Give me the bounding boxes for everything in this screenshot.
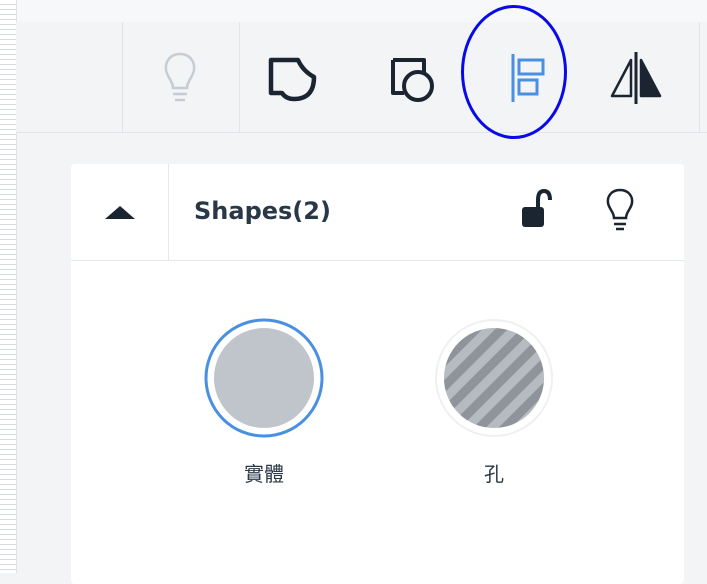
top-strip (0, 0, 707, 23)
align-left-button[interactable] (502, 48, 562, 108)
mirror-icon (610, 52, 662, 104)
lightbulb-icon (164, 52, 196, 102)
shape-label-solid: 實體 (244, 462, 284, 486)
align-left-icon (511, 54, 545, 102)
lightbulb-button[interactable] (150, 48, 210, 108)
toolbar-divider (239, 22, 240, 132)
visibility-bulb-button[interactable] (601, 186, 639, 234)
panel-header: Shapes(2) (71, 164, 684, 261)
left-rail (0, 0, 17, 573)
shape-option-hole[interactable]: 孔 (429, 316, 559, 487)
hole-shape-icon (435, 319, 553, 437)
triangle-up-icon (104, 206, 135, 219)
lock-button[interactable] (519, 188, 553, 232)
unlock-icon (522, 188, 552, 227)
lightbulb-icon (606, 188, 634, 231)
shape-union-icon (268, 57, 317, 102)
toolbar-divider (699, 22, 700, 132)
toolbar (16, 22, 707, 133)
panel-title: Shapes(2) (194, 197, 331, 225)
shape-union-button[interactable] (260, 48, 320, 108)
shape-option-solid[interactable]: 實體 (199, 316, 329, 487)
solid-shape-icon (204, 318, 324, 438)
shapes-panel: Shapes(2) 實體 孔 (71, 164, 684, 584)
shape-subtract-icon (391, 58, 434, 102)
shape-label-hole: 孔 (484, 462, 504, 486)
collapse-toggle[interactable] (71, 164, 169, 260)
mirror-button[interactable] (604, 48, 664, 108)
toolbar-divider (122, 22, 123, 132)
shape-subtract-button[interactable] (382, 48, 442, 108)
